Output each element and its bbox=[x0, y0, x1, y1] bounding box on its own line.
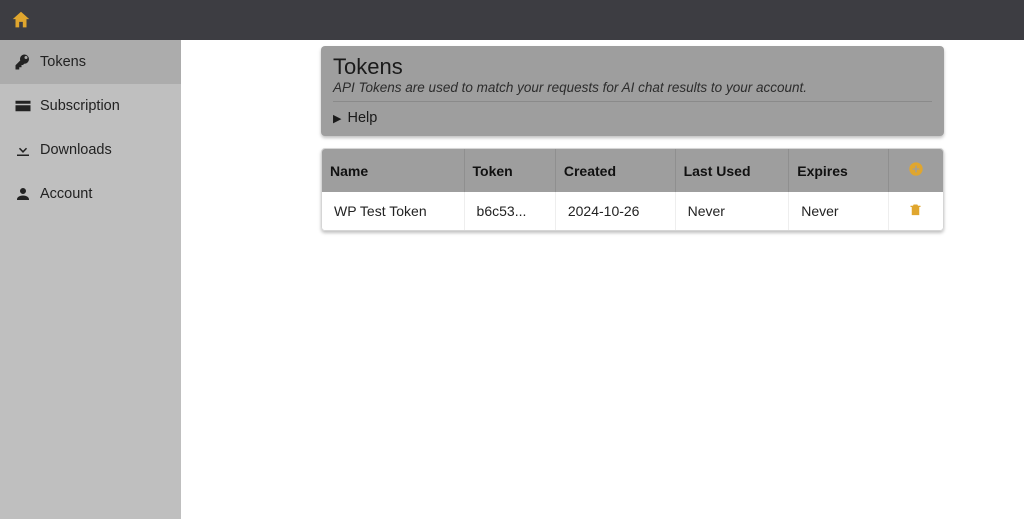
download-icon bbox=[14, 141, 40, 159]
sidebar: Tokens Subscription Downloads Account bbox=[0, 40, 181, 519]
key-icon bbox=[14, 53, 40, 71]
delete-token-button[interactable] bbox=[901, 202, 931, 217]
sidebar-item-label: Downloads bbox=[40, 142, 112, 158]
tokens-table: Name Token Created Last Used Expires bbox=[321, 148, 944, 231]
app-header bbox=[0, 0, 1024, 40]
cell-created: 2024-10-26 bbox=[555, 192, 675, 230]
cell-expires: Never bbox=[789, 192, 888, 230]
help-toggle[interactable]: ▶ Help bbox=[333, 102, 932, 126]
th-created: Created bbox=[555, 149, 675, 192]
add-token-button[interactable] bbox=[908, 161, 924, 177]
sidebar-item-tokens[interactable]: Tokens bbox=[0, 40, 181, 84]
cell-name: WP Test Token bbox=[322, 192, 464, 230]
page-header-card: Tokens API Tokens are used to match your… bbox=[321, 46, 944, 136]
card-icon bbox=[14, 97, 40, 115]
main-content: Tokens API Tokens are used to match your… bbox=[181, 40, 1024, 519]
sidebar-item-label: Subscription bbox=[40, 98, 120, 114]
th-actions bbox=[888, 149, 943, 192]
table-row: WP Test Token b6c53... 2024-10-26 Never … bbox=[322, 192, 943, 230]
help-label: Help bbox=[347, 110, 377, 126]
th-expires: Expires bbox=[789, 149, 888, 192]
sidebar-item-subscription[interactable]: Subscription bbox=[0, 84, 181, 128]
th-name: Name bbox=[322, 149, 464, 192]
th-token: Token bbox=[464, 149, 555, 192]
page-title: Tokens bbox=[333, 54, 932, 80]
caret-right-icon: ▶ bbox=[333, 112, 341, 125]
sidebar-item-label: Account bbox=[40, 186, 92, 202]
page-subtitle: API Tokens are used to match your reques… bbox=[333, 80, 932, 102]
sidebar-item-account[interactable]: Account bbox=[0, 172, 181, 216]
cell-last-used: Never bbox=[675, 192, 789, 230]
home-icon[interactable] bbox=[10, 9, 32, 31]
cell-actions bbox=[888, 192, 943, 230]
th-last-used: Last Used bbox=[675, 149, 789, 192]
sidebar-item-downloads[interactable]: Downloads bbox=[0, 128, 181, 172]
sidebar-item-label: Tokens bbox=[40, 54, 86, 70]
cell-token: b6c53... bbox=[464, 192, 555, 230]
person-icon bbox=[14, 185, 40, 203]
